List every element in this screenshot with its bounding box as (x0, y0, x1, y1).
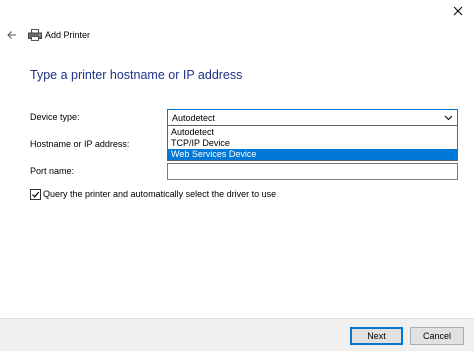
back-button[interactable] (5, 28, 19, 42)
checkmark-icon (32, 191, 40, 198)
close-icon (453, 6, 463, 16)
device-type-label: Device type: (30, 112, 80, 122)
dropdown-option-autodetect[interactable]: Autodetect (168, 127, 457, 138)
dropdown-option-tcpip[interactable]: TCP/IP Device (168, 138, 457, 149)
chevron-down-icon (444, 115, 453, 121)
port-name-label: Port name: (30, 166, 75, 176)
dropdown-option-web-services[interactable]: Web Services Device (168, 149, 457, 160)
printer-icon (28, 29, 42, 41)
hostname-label: Hostname or IP address: (30, 139, 130, 149)
wizard-footer: Next Cancel (0, 318, 474, 351)
wizard-title: Add Printer (45, 30, 91, 40)
cancel-button[interactable]: Cancel (410, 327, 464, 345)
page-heading: Type a printer hostname or IP address (30, 68, 243, 82)
port-name-input[interactable] (167, 163, 458, 180)
query-printer-label[interactable]: Query the printer and automatically sele… (43, 188, 276, 200)
close-button[interactable] (442, 0, 474, 22)
device-type-select[interactable]: Autodetect (167, 109, 458, 126)
next-button[interactable]: Next (350, 327, 403, 345)
device-type-dropdown-list: Autodetect TCP/IP Device Web Services De… (167, 125, 458, 161)
device-type-value: Autodetect (172, 113, 216, 123)
query-printer-checkbox[interactable] (30, 189, 41, 200)
back-arrow-icon (7, 31, 16, 39)
